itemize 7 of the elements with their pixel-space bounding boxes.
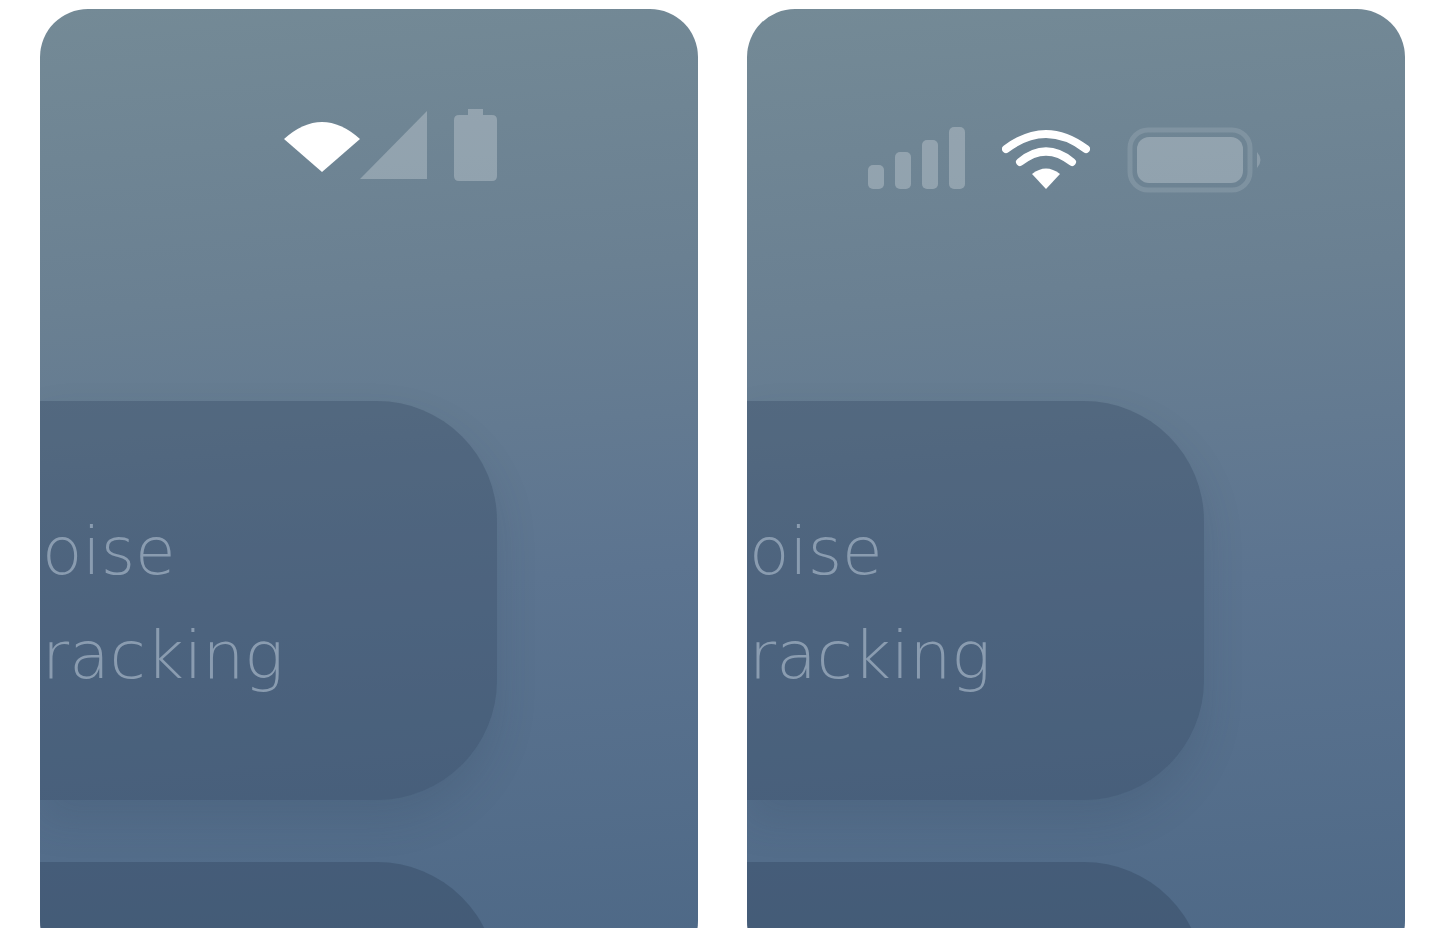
wifi-icon	[284, 119, 360, 172]
battery-icon	[454, 109, 497, 181]
card-label: oise racking	[41, 511, 284, 696]
signal-icon	[360, 111, 427, 179]
wifi-icon	[1002, 127, 1090, 189]
card-label: oise racking	[748, 511, 991, 696]
signal-icon	[868, 127, 965, 189]
